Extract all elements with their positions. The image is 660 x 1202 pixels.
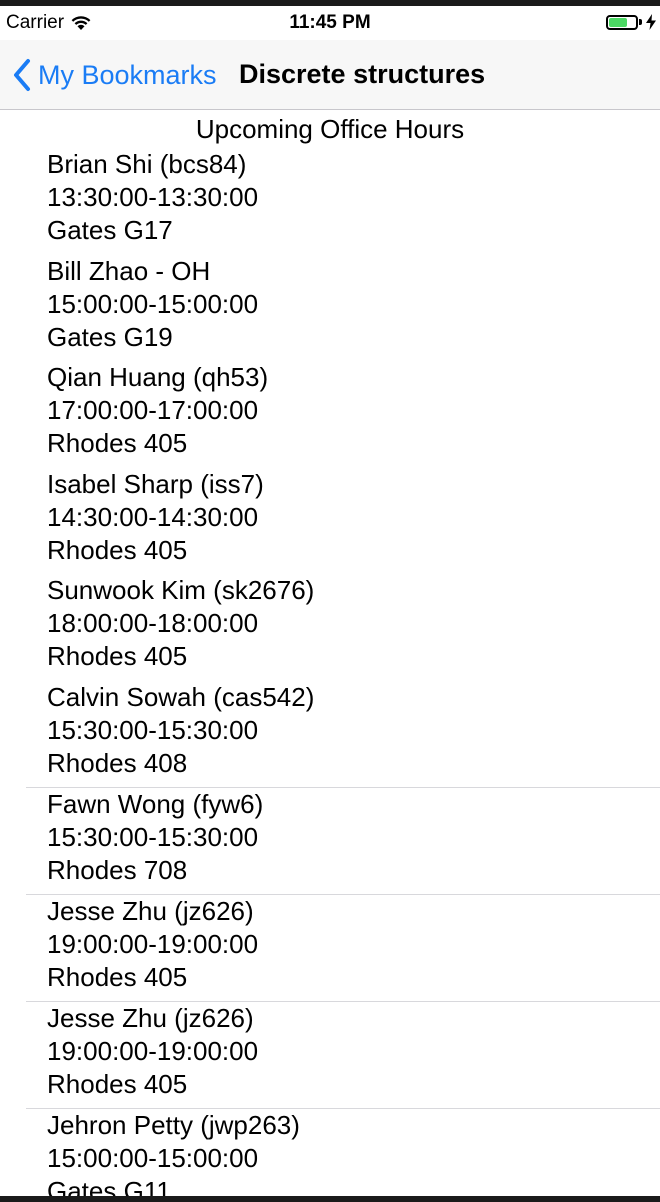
office-hour-location: Rhodes 408 bbox=[47, 748, 188, 778]
office-hour-time: 19:00:00-19:00:00 bbox=[47, 929, 259, 959]
office-hour-location: Gates G19 bbox=[47, 322, 173, 352]
battery-indicator bbox=[606, 14, 656, 30]
battery-nub bbox=[639, 19, 642, 25]
ta-name: Calvin Sowah (cas542) bbox=[47, 682, 315, 712]
office-hour-location: Rhodes 405 bbox=[47, 535, 188, 565]
list-item[interactable]: Brian Shi (bcs84) 13:30:00-13:30:00 Gate… bbox=[26, 148, 660, 255]
office-hour-location: Rhodes 405 bbox=[47, 428, 188, 458]
battery-fill bbox=[609, 17, 628, 27]
office-hour-time: 15:00:00-15:00:00 bbox=[47, 289, 259, 319]
charging-bolt-icon bbox=[646, 14, 656, 30]
office-hour-time: 15:00:00-15:00:00 bbox=[47, 1143, 259, 1173]
ta-name: Jesse Zhu (jz626) bbox=[47, 1003, 254, 1033]
chevron-left-icon bbox=[12, 58, 32, 92]
list-item[interactable]: Jesse Zhu (jz626) 19:00:00-19:00:00 Rhod… bbox=[26, 1001, 660, 1108]
ta-name: Brian Shi (bcs84) bbox=[47, 149, 247, 179]
list-item[interactable]: Qian Huang (qh53) 17:00:00-17:00:00 Rhod… bbox=[26, 361, 660, 468]
list-item[interactable]: Calvin Sowah (cas542) 15:30:00-15:30:00 … bbox=[26, 681, 660, 787]
office-hour-location: Rhodes 405 bbox=[47, 962, 188, 992]
page-title: Discrete structures bbox=[239, 59, 486, 89]
status-time: 11:45 PM bbox=[289, 12, 371, 33]
ta-name: Isabel Sharp (iss7) bbox=[47, 469, 264, 499]
office-hour-location: Gates G11 bbox=[47, 1176, 171, 1196]
office-hour-location: Rhodes 405 bbox=[47, 641, 188, 671]
list-item[interactable]: Bill Zhao - OH 15:00:00-15:00:00 Gates G… bbox=[26, 255, 660, 361]
list-item[interactable]: Jesse Zhu (jz626) 19:00:00-19:00:00 Rhod… bbox=[26, 894, 660, 1001]
office-hour-time: 18:00:00-18:00:00 bbox=[47, 608, 259, 638]
list-item[interactable]: Isabel Sharp (iss7) 14:30:00-14:30:00 Rh… bbox=[26, 468, 660, 574]
office-hour-location: Rhodes 708 bbox=[47, 855, 188, 885]
ta-name: Jesse Zhu (jz626) bbox=[47, 896, 254, 926]
app-screen: Carrier 11:45 PM My Bookmarks Discrete s… bbox=[0, 6, 660, 1196]
office-hour-time: 14:30:00-14:30:00 bbox=[47, 502, 259, 532]
list-item[interactable]: Fawn Wong (fyw6) 15:30:00-15:30:00 Rhode… bbox=[26, 787, 660, 894]
back-button[interactable]: My Bookmarks bbox=[12, 58, 217, 92]
status-bar: Carrier 11:45 PM bbox=[0, 6, 660, 40]
office-hour-time: 13:30:00-13:30:00 bbox=[47, 182, 259, 212]
ta-name: Bill Zhao - OH bbox=[47, 256, 211, 286]
office-hour-location: Gates G17 bbox=[47, 215, 173, 245]
battery-icon bbox=[606, 14, 638, 30]
office-hour-location: Rhodes 405 bbox=[47, 1069, 188, 1099]
ta-name: Fawn Wong (fyw6) bbox=[47, 789, 264, 819]
office-hour-time: 15:30:00-15:30:00 bbox=[47, 822, 259, 852]
office-hour-time: 15:30:00-15:30:00 bbox=[47, 715, 259, 745]
office-hour-time: 19:00:00-19:00:00 bbox=[47, 1036, 259, 1066]
office-hours-list[interactable]: Upcoming Office Hours Brian Shi (bcs84) … bbox=[0, 110, 660, 1196]
ta-name: Qian Huang (qh53) bbox=[47, 362, 269, 392]
navigation-bar: My Bookmarks Discrete structures bbox=[0, 40, 660, 110]
back-button-label: My Bookmarks bbox=[38, 59, 217, 90]
ta-name: Jehron Petty (jwp263) bbox=[47, 1110, 300, 1140]
ta-name: Sunwook Kim (sk2676) bbox=[47, 575, 315, 605]
list-item[interactable]: Jehron Petty (jwp263) 15:00:00-15:00:00 … bbox=[26, 1108, 660, 1196]
office-hour-time: 17:00:00-17:00:00 bbox=[47, 395, 259, 425]
list-item[interactable]: Sunwook Kim (sk2676) 18:00:00-18:00:00 R… bbox=[26, 574, 660, 681]
section-header: Upcoming Office Hours bbox=[195, 114, 465, 144]
